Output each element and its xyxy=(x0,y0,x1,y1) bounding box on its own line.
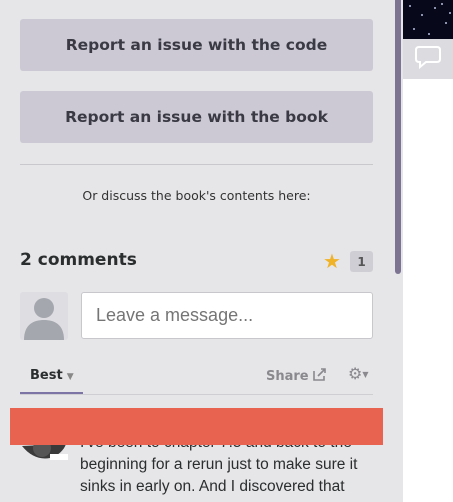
report-code-issue-button[interactable]: Report an issue with the code xyxy=(20,19,373,71)
chevron-down-icon: ▼ xyxy=(362,370,369,379)
message-input[interactable] xyxy=(81,292,373,339)
star-icon[interactable]: ★ xyxy=(323,250,341,272)
share-icon xyxy=(312,368,327,385)
scrollbar-thumb[interactable] xyxy=(395,0,401,274)
report-book-issue-button[interactable]: Report an issue with the book xyxy=(20,91,373,143)
speech-bubble-icon xyxy=(415,45,441,73)
comments-count-title: 2 comments xyxy=(20,250,137,270)
comment-line: sinks in early on. And I discovered that xyxy=(80,478,345,495)
user-avatar-icon xyxy=(20,292,68,340)
chevron-down-icon: ▼ xyxy=(66,372,74,382)
share-label: Share xyxy=(266,369,309,384)
sort-best-tab[interactable]: Best ▼ xyxy=(30,368,74,383)
comment-line: beginning for a rerun just to make sure … xyxy=(80,456,358,473)
sort-divider xyxy=(20,394,373,395)
share-button[interactable]: Share xyxy=(266,368,327,385)
alert-banner xyxy=(10,408,383,445)
divider xyxy=(20,164,373,165)
comments-panel: Report an issue with the code Report an … xyxy=(0,0,393,502)
discuss-prompt: Or discuss the book's contents here: xyxy=(82,188,311,203)
right-sidebar xyxy=(403,0,453,502)
starfield-image xyxy=(403,0,453,39)
sort-best-label: Best xyxy=(30,368,63,383)
gear-icon: ⚙ xyxy=(348,364,363,383)
star-count-badge: 1 xyxy=(350,251,373,272)
settings-gear-button[interactable]: ⚙▼ xyxy=(348,364,369,383)
open-comments-button[interactable] xyxy=(403,39,453,79)
